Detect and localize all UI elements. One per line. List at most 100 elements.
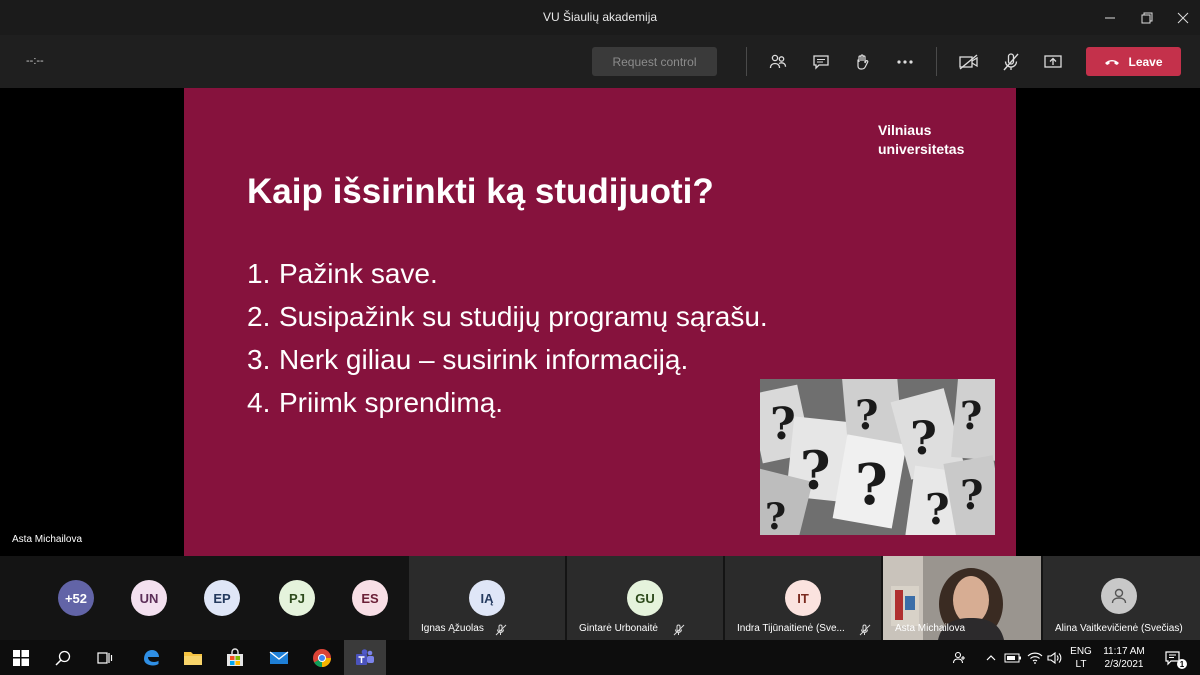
chrome-taskbar-button[interactable] <box>301 640 343 675</box>
shared-content-stage: Vilniaus universitetas Kaip išsirinkti k… <box>0 88 1200 556</box>
mail-icon <box>269 650 289 664</box>
participants-button[interactable] <box>765 49 791 75</box>
windows-logo-icon <box>13 649 29 666</box>
muted-mic-icon <box>495 624 507 636</box>
leave-label: Leave <box>1128 54 1163 69</box>
task-view-button[interactable] <box>84 640 126 675</box>
teams-icon <box>356 648 374 665</box>
muted-mic-icon <box>859 624 871 636</box>
language-code: ENG <box>1070 645 1092 657</box>
people-tray-icon <box>952 651 965 663</box>
mail-taskbar-button[interactable] <box>258 640 300 675</box>
university-logo: Vilniaus universitetas <box>878 121 964 159</box>
participant-avatar[interactable]: UN <box>131 580 167 616</box>
wifi-indicator[interactable] <box>1024 640 1046 675</box>
item-text: Pažink save. <box>279 258 438 289</box>
svg-text:?: ? <box>800 441 830 502</box>
participant-avatar[interactable]: EP <box>204 580 240 616</box>
participant-tile[interactable]: GU Gintarė Urbonaitė <box>567 556 723 640</box>
item-text: Priimk sprendimą. <box>279 387 504 418</box>
muted-mic-icon <box>673 624 685 636</box>
chrome-icon <box>313 648 331 667</box>
volume-indicator[interactable] <box>1044 640 1066 675</box>
call-timer: --:-- <box>26 55 44 67</box>
slide-list-item: 2. Susipažink su studijų programų sąrašu. <box>247 301 768 344</box>
logo-line-1: Vilniaus <box>878 122 932 138</box>
restore-button[interactable] <box>1127 0 1167 35</box>
more-icon <box>897 60 913 64</box>
camera-toggle-button[interactable] <box>956 49 982 75</box>
slide-list: 1. Pažink save. 2. Susipažink su studijų p… <box>247 258 768 430</box>
close-window-button[interactable] <box>1163 0 1200 35</box>
participant-avatar[interactable]: PJ <box>279 580 315 616</box>
request-control-button[interactable]: Request control <box>592 47 717 76</box>
participant-name: Indra Tijūnaitienė (Sve... <box>737 623 845 634</box>
start-button[interactable] <box>0 640 42 675</box>
input-language-indicator[interactable]: ENG LT <box>1068 640 1094 675</box>
item-text: Susipažink su studijų programų sąrašu. <box>279 301 768 332</box>
teams-taskbar-button[interactable] <box>344 640 386 675</box>
battery-indicator[interactable] <box>1002 640 1024 675</box>
search-icon <box>55 650 71 666</box>
people-icon <box>769 54 787 69</box>
svg-text:?: ? <box>855 452 888 518</box>
speaker-icon <box>1047 651 1062 664</box>
participant-tile[interactable]: IT Indra Tijūnaitienė (Sve... <box>725 556 881 640</box>
item-number: 1. <box>247 258 271 289</box>
keyboard-layout-code: LT <box>1075 658 1087 670</box>
file-explorer-taskbar-button[interactable] <box>172 640 214 675</box>
svg-text:?: ? <box>960 472 983 519</box>
more-actions-button[interactable] <box>892 49 918 75</box>
mic-toggle-button[interactable] <box>998 49 1024 75</box>
presentation-slide: Vilniaus universitetas Kaip išsirinkti k… <box>184 88 1016 556</box>
edge-icon <box>144 649 159 665</box>
svg-text:?: ? <box>925 485 950 534</box>
participant-video-tile[interactable]: Asta Michailova <box>883 556 1041 640</box>
participant-avatar: IT <box>785 580 821 616</box>
raise-hand-button[interactable] <box>849 49 875 75</box>
participant-tile[interactable]: Alina Vaitkevičienė (Svečias) <box>1043 556 1200 640</box>
participant-name: Alina Vaitkevičienė (Svečias) <box>1055 623 1183 634</box>
task-view-icon <box>97 651 113 664</box>
search-button[interactable] <box>42 640 84 675</box>
clock-time: 11:17 AM <box>1103 645 1145 657</box>
chat-button[interactable] <box>808 49 834 75</box>
svg-text:?: ? <box>855 392 878 439</box>
clock[interactable]: 11:17 AM 2/3/2021 <box>1096 640 1152 675</box>
participant-avatar <box>1101 578 1137 614</box>
item-number: 3. <box>247 344 271 375</box>
show-hidden-icons-button[interactable] <box>982 640 1000 675</box>
action-center-button[interactable]: 1 <box>1160 640 1187 675</box>
hang-up-icon <box>1105 59 1120 65</box>
mic-off-icon <box>1003 53 1019 71</box>
svg-text:?: ? <box>765 496 786 535</box>
participant-tile[interactable]: IĄ Ignas Ąžuolas <box>409 556 565 640</box>
participant-avatar: GU <box>627 580 663 616</box>
minimize-button[interactable] <box>1090 0 1130 35</box>
participant-avatar: IĄ <box>469 580 505 616</box>
wifi-icon <box>1027 652 1043 664</box>
slide-list-item: 1. Pažink save. <box>247 258 768 301</box>
toolbar-divider <box>746 47 747 76</box>
chevron-up-icon <box>986 654 996 660</box>
share-screen-button[interactable] <box>1040 49 1066 75</box>
item-text: Nerk giliau – susirink informaciją. <box>279 344 689 375</box>
edge-taskbar-button[interactable] <box>130 640 172 675</box>
svg-text:?: ? <box>960 393 982 438</box>
battery-icon <box>1004 653 1021 662</box>
meeting-toolbar: --:-- Request control Leave <box>0 35 1200 88</box>
leave-button[interactable]: Leave <box>1086 47 1181 76</box>
participant-avatar[interactable]: ES <box>352 580 388 616</box>
store-taskbar-button[interactable] <box>214 640 256 675</box>
window-title: VU Šiaulių akademija <box>542 10 658 24</box>
logo-line-2: universitetas <box>878 141 965 157</box>
clock-date: 2/3/2021 <box>1104 658 1144 670</box>
overflow-participants-avatar[interactable]: +52 <box>58 580 94 616</box>
person-icon <box>1111 588 1127 604</box>
title-bar: VU Šiaulių akademija <box>0 0 1200 35</box>
restore-icon <box>1141 12 1153 23</box>
svg-text:?: ? <box>770 399 796 450</box>
people-tray-button[interactable] <box>946 640 974 675</box>
close-icon <box>1177 12 1189 23</box>
slide-list-item: 3. Nerk giliau – susirink informaciją. <box>247 344 768 387</box>
